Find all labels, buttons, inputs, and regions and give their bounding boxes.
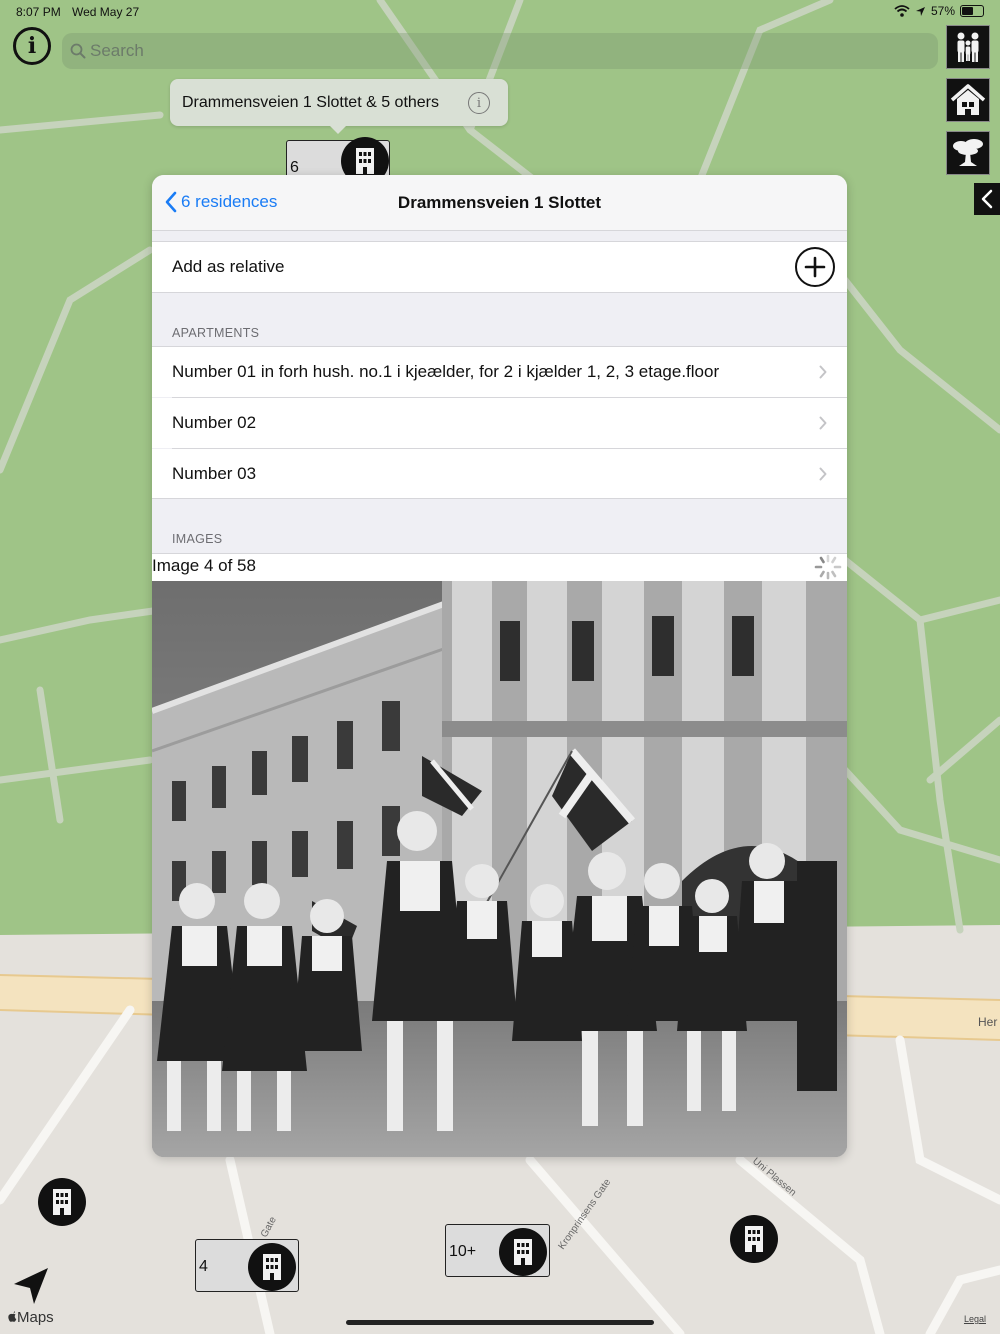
callout-text: Drammensveien 1 Slottet & 5 others	[182, 93, 440, 111]
chevron-right-icon	[819, 365, 827, 379]
divider	[152, 498, 847, 499]
location-arrow-icon	[915, 6, 925, 16]
search-icon	[70, 43, 86, 59]
callout-tail	[328, 124, 348, 134]
image-counter: Image 4 of 58	[152, 556, 256, 575]
plus-icon	[804, 256, 826, 278]
info-icon: i	[27, 33, 37, 59]
current-location-button[interactable]	[12, 1266, 52, 1311]
add-relative-row[interactable]: Add as relative	[152, 242, 847, 292]
residence-detail-panel: 6 residences Drammensveien 1 Slottet Add…	[152, 175, 847, 1157]
chevron-left-icon	[165, 191, 177, 213]
apple-maps-logo: Maps	[8, 1309, 54, 1326]
cluster-count: 4	[199, 1258, 208, 1275]
location-arrow-icon	[14, 1268, 48, 1304]
loading-spinner-icon	[814, 554, 842, 580]
apartment-row[interactable]: Number 02	[152, 398, 847, 448]
residence-photo[interactable]	[152, 581, 847, 1157]
photo-image	[152, 581, 847, 1157]
divider	[152, 292, 847, 293]
panel-nav-bar: 6 residences Drammensveien 1 Slottet	[152, 175, 847, 231]
back-button-label: 6 residences	[181, 192, 278, 211]
divider	[152, 553, 847, 554]
building-marker[interactable]	[38, 1178, 86, 1226]
callout-info-icon[interactable]: i	[468, 92, 490, 114]
home-indicator[interactable]	[346, 1320, 654, 1325]
apartment-row[interactable]: Number 01 in forh hush. no.1 i kjeælder,…	[152, 347, 847, 397]
battery-fill	[962, 7, 973, 15]
status-date: Wed May 27	[72, 5, 140, 19]
tree-icon	[953, 139, 983, 166]
collapse-panel-button[interactable]	[974, 183, 1000, 215]
wifi-icon	[894, 5, 910, 17]
tree-button[interactable]	[946, 131, 990, 175]
house-button[interactable]	[946, 78, 990, 122]
add-relative-label: Add as relative	[172, 257, 285, 276]
legal-link[interactable]: Legal	[964, 1314, 986, 1324]
chevron-right-icon	[819, 416, 827, 430]
family-button[interactable]	[946, 25, 990, 69]
street-label-right: Her	[978, 1015, 997, 1029]
info-button[interactable]: i	[13, 27, 51, 65]
apartments-section-header: APARTMENTS	[172, 326, 260, 340]
apartment-label: Number 02	[172, 413, 257, 432]
cluster-marker-a[interactable]: 4	[195, 1239, 299, 1292]
cluster-marker-b[interactable]: 10+	[445, 1224, 550, 1277]
status-time: 8:07 PM	[16, 5, 61, 19]
search-bar[interactable]	[62, 33, 938, 69]
status-indicators: 57%	[894, 4, 984, 18]
building-icon	[745, 1226, 763, 1252]
chevron-right-icon	[819, 467, 827, 480]
battery-icon	[960, 5, 984, 17]
image-caption-row: Image 4 of 58	[152, 553, 847, 581]
map-callout[interactable]: Drammensveien 1 Slottet & 5 others i	[170, 79, 508, 126]
apartment-label: Number 01 in forh hush. no.1 i kjeælder,…	[172, 362, 720, 381]
apartment-label: Number 03	[172, 463, 257, 483]
maps-brand-label: Maps	[17, 1309, 54, 1326]
chevron-left-icon	[981, 189, 993, 209]
apple-icon	[8, 1311, 17, 1322]
building-icon	[248, 1243, 296, 1291]
search-input[interactable]	[90, 41, 490, 61]
apartment-row[interactable]: Number 03	[152, 449, 847, 498]
building-icon	[499, 1228, 547, 1276]
building-icon	[53, 1189, 71, 1215]
building-marker[interactable]	[730, 1215, 778, 1263]
family-icon	[957, 32, 979, 62]
cluster-marker-top[interactable]: 6	[286, 137, 390, 185]
house-icon	[950, 84, 986, 115]
add-relative-button[interactable]	[795, 247, 835, 287]
cluster-count: 10+	[449, 1243, 477, 1260]
back-button[interactable]: 6 residences	[164, 191, 277, 213]
status-bar: 8:07 PM Wed May 27 57%	[0, 0, 1000, 24]
battery-percent: 57%	[930, 4, 955, 18]
images-section-header: IMAGES	[172, 532, 223, 546]
